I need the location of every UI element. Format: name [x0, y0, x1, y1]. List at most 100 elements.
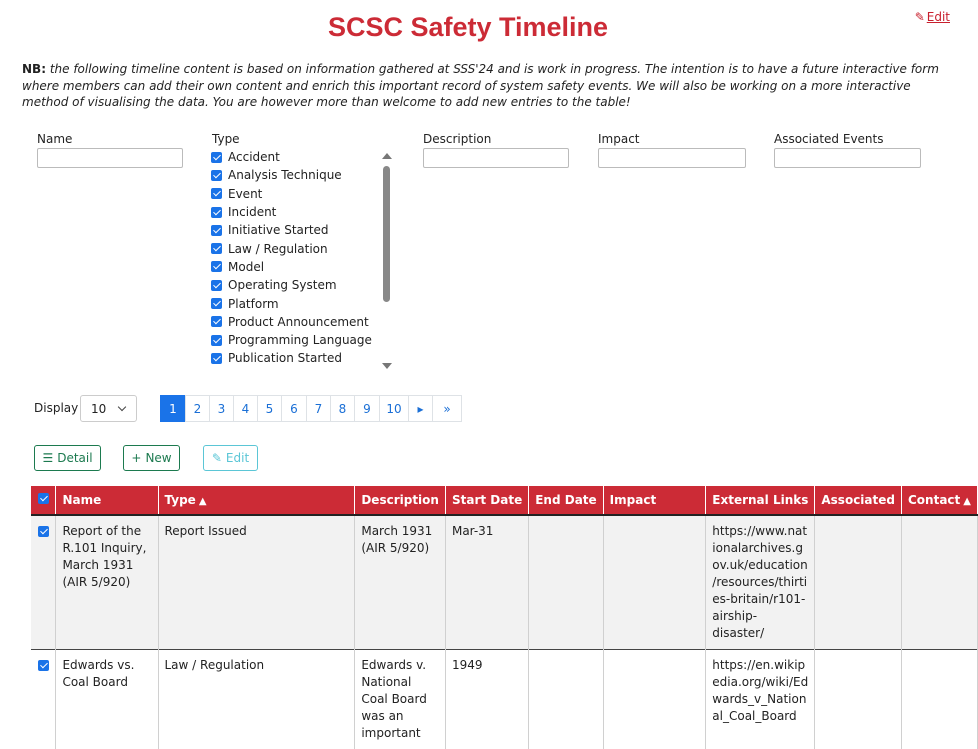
type-option-label: Product Announcement: [228, 315, 369, 329]
cell-start-date: 1949: [445, 650, 528, 749]
type-option[interactable]: Platform: [211, 294, 396, 312]
checkbox-icon[interactable]: [211, 243, 222, 254]
type-option-label: Event: [228, 187, 262, 201]
associated-filter-input[interactable]: [774, 148, 921, 168]
checkbox-icon[interactable]: [211, 280, 222, 291]
type-filter-list[interactable]: Accident Analysis Technique Event IncidentI…: [211, 148, 396, 371]
checkbox-icon[interactable]: [211, 170, 222, 181]
col-contact-label: Contact: [908, 493, 960, 507]
type-option[interactable]: Accident: [211, 148, 396, 166]
col-header-contact[interactable]: Contact▲︎: [901, 486, 977, 515]
type-option[interactable]: Model: [211, 258, 396, 276]
checkbox-icon[interactable]: [211, 261, 222, 272]
cell-external-links: https://www.nationalarchives.gov.uk/educ…: [706, 515, 815, 650]
chevron-right-icon[interactable]: ▸: [408, 395, 433, 422]
detail-button[interactable]: ☰Detail: [34, 445, 101, 471]
description-filter-input[interactable]: [423, 148, 569, 168]
timeline-table: Name Type▲︎ Description Start Date End D…: [31, 486, 978, 749]
type-option[interactable]: Initiative Started: [211, 221, 396, 239]
page-button[interactable]: 10: [379, 395, 409, 422]
col-header-external-links[interactable]: External Links: [706, 486, 815, 515]
edit-icon: ✎: [915, 10, 925, 24]
checkbox-icon[interactable]: [211, 188, 222, 199]
scroll-up-icon[interactable]: [382, 153, 392, 159]
page-button[interactable]: 2: [185, 395, 210, 422]
row-checkbox[interactable]: [38, 526, 49, 537]
checkbox-icon: [38, 493, 49, 504]
page-button[interactable]: 5: [257, 395, 282, 422]
plus-icon: +: [131, 451, 141, 465]
cell-associated: [815, 515, 902, 650]
type-filter-label: Type: [212, 132, 240, 146]
checkbox-icon[interactable]: [211, 298, 222, 309]
cell-name: Edwards vs. Coal Board: [56, 650, 158, 749]
checkbox-icon[interactable]: [211, 152, 222, 163]
page-button[interactable]: 1: [160, 395, 186, 422]
checkbox-icon[interactable]: [211, 316, 222, 327]
associated-filter-label: Associated Events: [774, 132, 884, 146]
row-select-cell[interactable]: [31, 515, 56, 650]
type-option[interactable]: Programming Language: [211, 331, 396, 349]
type-option-label: Operating System: [228, 278, 337, 292]
type-option[interactable]: Product Announcement: [211, 313, 396, 331]
name-filter-label: Name: [37, 132, 72, 146]
edit-page-link[interactable]: ✎Edit: [915, 10, 950, 24]
type-option[interactable]: Analysis Technique: [211, 166, 396, 184]
cell-start-date: Mar-31: [445, 515, 528, 650]
page-button[interactable]: 9: [354, 395, 380, 422]
col-header-end-date[interactable]: End Date: [529, 486, 603, 515]
type-option[interactable]: Operating System: [211, 276, 396, 294]
page-button[interactable]: 4: [233, 395, 258, 422]
type-option-label: Programming Language: [228, 333, 372, 347]
col-associated-label: Associated: [821, 493, 895, 507]
checkbox-icon[interactable]: [211, 353, 222, 364]
col-header-start-date[interactable]: Start Date: [445, 486, 528, 515]
type-list-scrollbar[interactable]: [381, 150, 392, 372]
type-option[interactable]: Report Issued: [211, 368, 396, 371]
impact-filter-input[interactable]: [598, 148, 746, 168]
cell-contact: [901, 515, 977, 650]
table-row[interactable]: Report of the R.101 Inquiry, March 1931 …: [31, 515, 978, 650]
checkbox-icon[interactable]: [211, 335, 222, 346]
page-button[interactable]: 6: [281, 395, 307, 422]
type-option[interactable]: Event: [211, 185, 396, 203]
pagination: 12345678910▸»: [161, 395, 462, 422]
type-option-label: Analysis Technique: [228, 168, 342, 182]
cell-impact: [603, 515, 706, 650]
cell-type: Law / Regulation: [158, 650, 355, 749]
checkbox-icon[interactable]: [211, 207, 222, 218]
page-button[interactable]: 7: [306, 395, 331, 422]
col-description-label: Description: [361, 493, 439, 507]
page-button[interactable]: 3: [209, 395, 234, 422]
scroll-down-icon[interactable]: [382, 363, 392, 369]
type-option[interactable]: Incident: [211, 203, 396, 221]
row-select-cell[interactable]: [31, 650, 56, 749]
description-filter-label: Description: [423, 132, 491, 146]
type-option[interactable]: Law / Regulation: [211, 239, 396, 257]
display-count-value: 10: [91, 402, 106, 416]
type-option[interactable]: Publication Started: [211, 349, 396, 367]
list-icon: ☰: [42, 451, 53, 465]
edit-link-label: Edit: [927, 10, 950, 24]
select-all-checkbox[interactable]: [31, 486, 56, 515]
intro-note: NB: the following timeline content is ba…: [22, 61, 952, 111]
edit-button[interactable]: ✎Edit: [203, 445, 258, 471]
new-button[interactable]: + New: [123, 445, 180, 471]
col-header-impact[interactable]: Impact: [603, 486, 706, 515]
col-start-date-label: Start Date: [452, 493, 522, 507]
chevron-down-icon: [118, 403, 126, 411]
col-header-associated[interactable]: Associated: [815, 486, 902, 515]
page-button[interactable]: 8: [330, 395, 355, 422]
table-row[interactable]: Edwards vs. Coal BoardLaw / RegulationEd…: [31, 650, 978, 749]
new-button-label: New: [145, 451, 171, 465]
row-checkbox[interactable]: [38, 660, 49, 671]
col-header-name[interactable]: Name: [56, 486, 158, 515]
name-filter-input[interactable]: [37, 148, 183, 168]
checkbox-icon[interactable]: [211, 225, 222, 236]
scroll-thumb[interactable]: [383, 166, 390, 302]
display-count-select[interactable]: 10: [80, 395, 137, 422]
cell-external-links: https://en.wikipedia.org/wiki/Edwards_v_…: [706, 650, 815, 749]
double-chevron-right-icon[interactable]: »: [432, 395, 462, 422]
col-header-description[interactable]: Description: [355, 486, 446, 515]
col-header-type[interactable]: Type▲︎: [158, 486, 355, 515]
